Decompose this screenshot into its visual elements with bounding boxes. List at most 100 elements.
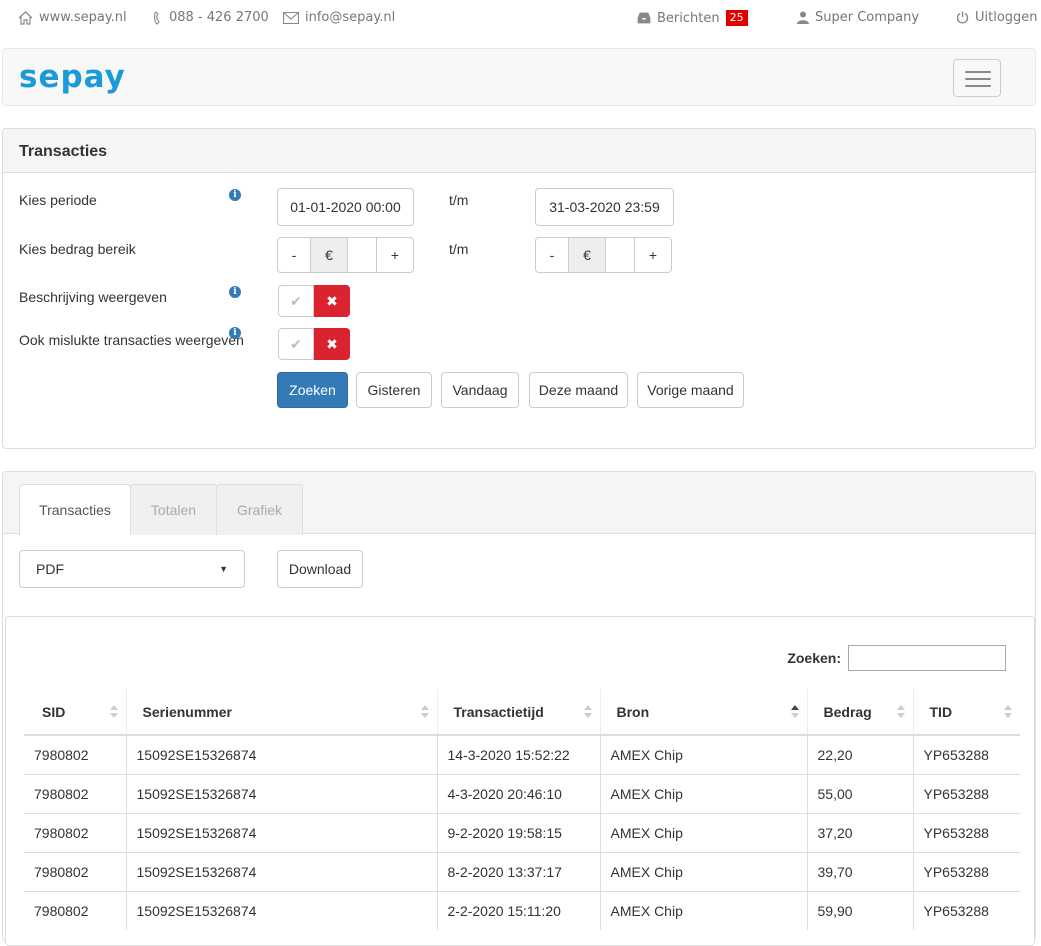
cross-icon[interactable]: ✖ [314,285,350,317]
column-header-amount[interactable]: Bedrag [806,689,913,736]
table-header-row: SID Serienummer Transactietijd Bron Bedr… [24,689,1020,736]
column-header-serial[interactable]: Serienummer [125,689,437,736]
cell-serial: 15092SE15326874 [125,851,437,891]
phone-link[interactable]: 088 - 426 2700 [153,10,269,25]
hamburger-icon [965,71,991,73]
cell-tid: YP653288 [912,812,1020,852]
table-row: 7980802 15092SE15326874 2-2-2020 15:11:2… [24,890,1020,930]
cell-sid: 7980802 [24,812,126,852]
hamburger-bar [965,85,991,87]
cell-time: 9-2-2020 19:58:15 [436,812,600,852]
email-link[interactable]: info@sepay.nl [283,10,395,25]
home-icon [18,10,33,25]
sepay-logo[interactable]: sepay [19,59,126,95]
export-format-select[interactable]: PDF ▼ [19,550,245,588]
navbar: sepay [2,48,1036,106]
menu-toggle-button[interactable] [953,59,1001,97]
table-row: 7980802 15092SE15326874 4-3-2020 20:46:1… [24,773,1020,813]
amount-from-stepper: - € + [277,237,414,273]
messages-link[interactable]: Berichten 25 [637,10,748,26]
column-header-sid[interactable]: SID [24,689,126,736]
cell-sid: 7980802 [24,773,126,813]
amount-to-input[interactable] [605,237,635,273]
description-toggle[interactable]: ✔ ✖ [278,285,350,317]
info-icon[interactable]: i [229,327,241,339]
tab-chart[interactable]: Grafiek [216,484,303,535]
cell-tid: YP653288 [912,890,1020,930]
column-header-time[interactable]: Transactietijd [436,689,600,736]
cell-sid: 7980802 [24,734,126,774]
table-search-input[interactable] [848,645,1006,671]
amount-separator: t/m [449,241,469,257]
check-icon[interactable]: ✔ [278,285,314,317]
info-icon[interactable]: i [229,286,241,298]
cell-tid: YP653288 [912,734,1020,774]
column-header-label: Serienummer [142,703,232,720]
amount-to-plus-button[interactable]: + [634,237,672,273]
last-month-button[interactable]: Vorige maand [637,372,744,408]
sort-asc-icon [790,705,799,721]
currency-symbol: € [568,237,606,273]
column-header-source[interactable]: Bron [599,689,807,736]
cross-icon[interactable]: ✖ [314,328,350,360]
description-label: Beschrijving weergeven [19,289,167,305]
messages-count-badge: 25 [725,10,748,26]
transactions-table-container: Zoeken: SID Serienummer Transactietijd B… [5,616,1035,946]
check-icon[interactable]: ✔ [278,328,314,360]
user-name: Super Company [815,10,920,25]
period-label: Kies periode [19,192,97,208]
cell-tid: YP653288 [912,773,1020,813]
logout-link[interactable]: Uitloggen [956,10,1038,25]
failed-transactions-toggle[interactable]: ✔ ✖ [278,328,350,360]
table-row: 7980802 15092SE15326874 8-2-2020 13:37:1… [24,851,1020,891]
cell-time: 14-3-2020 15:52:22 [436,734,600,774]
date-to-input[interactable]: 31-03-2020 23:59 [535,188,674,226]
export-format-value: PDF [36,561,64,577]
info-icon[interactable]: i [229,189,241,201]
cell-serial: 15092SE15326874 [125,812,437,852]
amount-from-input[interactable] [347,237,377,273]
period-separator: t/m [449,192,469,208]
tab-totals[interactable]: Totalen [130,484,217,535]
sort-icon [1004,705,1012,721]
cell-source: AMEX Chip [599,812,807,852]
cell-amount: 22,20 [806,734,913,774]
amount-label: Kies bedrag bereik [19,241,136,257]
cell-source: AMEX Chip [599,890,807,930]
yesterday-button[interactable]: Gisteren [356,372,432,408]
table-search: Zoeken: [787,645,1006,671]
date-from-input[interactable]: 01-01-2020 00:00 [277,188,414,226]
column-header-label: Bron [616,703,650,720]
failed-transactions-label: Ook mislukte transacties weergeven [19,332,244,348]
column-header-tid[interactable]: TID [912,689,1020,736]
user-icon [797,11,809,24]
sort-icon [583,705,592,721]
sort-icon [109,705,118,721]
tab-transactions[interactable]: Transacties [19,484,131,535]
transactions-table: SID Serienummer Transactietijd Bron Bedr… [24,689,1020,930]
amount-from-plus-button[interactable]: + [376,237,414,273]
website-text: www.sepay.nl [39,10,127,25]
download-button[interactable]: Download [277,550,363,588]
user-menu[interactable]: Super Company [797,10,919,25]
inbox-icon [637,12,651,24]
cell-serial: 15092SE15326874 [125,734,437,774]
table-search-label: Zoeken: [787,650,841,666]
this-month-button[interactable]: Deze maand [529,372,628,408]
sort-icon [896,705,905,721]
cell-sid: 7980802 [24,851,126,891]
amount-to-minus-button[interactable]: - [535,237,569,273]
caret-down-icon: ▼ [219,564,228,574]
amount-from-minus-button[interactable]: - [277,237,311,273]
filter-panel: Transacties Kies periode i 01-01-2020 00… [2,128,1036,449]
cell-time: 4-3-2020 20:46:10 [436,773,600,813]
column-header-label: SID [42,703,66,720]
website-link[interactable]: www.sepay.nl [18,10,127,25]
cell-source: AMEX Chip [599,734,807,774]
messages-label: Berichten [657,10,720,26]
cell-time: 2-2-2020 15:11:20 [436,890,600,930]
search-button[interactable]: Zoeken [277,372,348,408]
today-button[interactable]: Vandaag [441,372,519,408]
currency-symbol: € [310,237,348,273]
cell-amount: 55,00 [806,773,913,813]
